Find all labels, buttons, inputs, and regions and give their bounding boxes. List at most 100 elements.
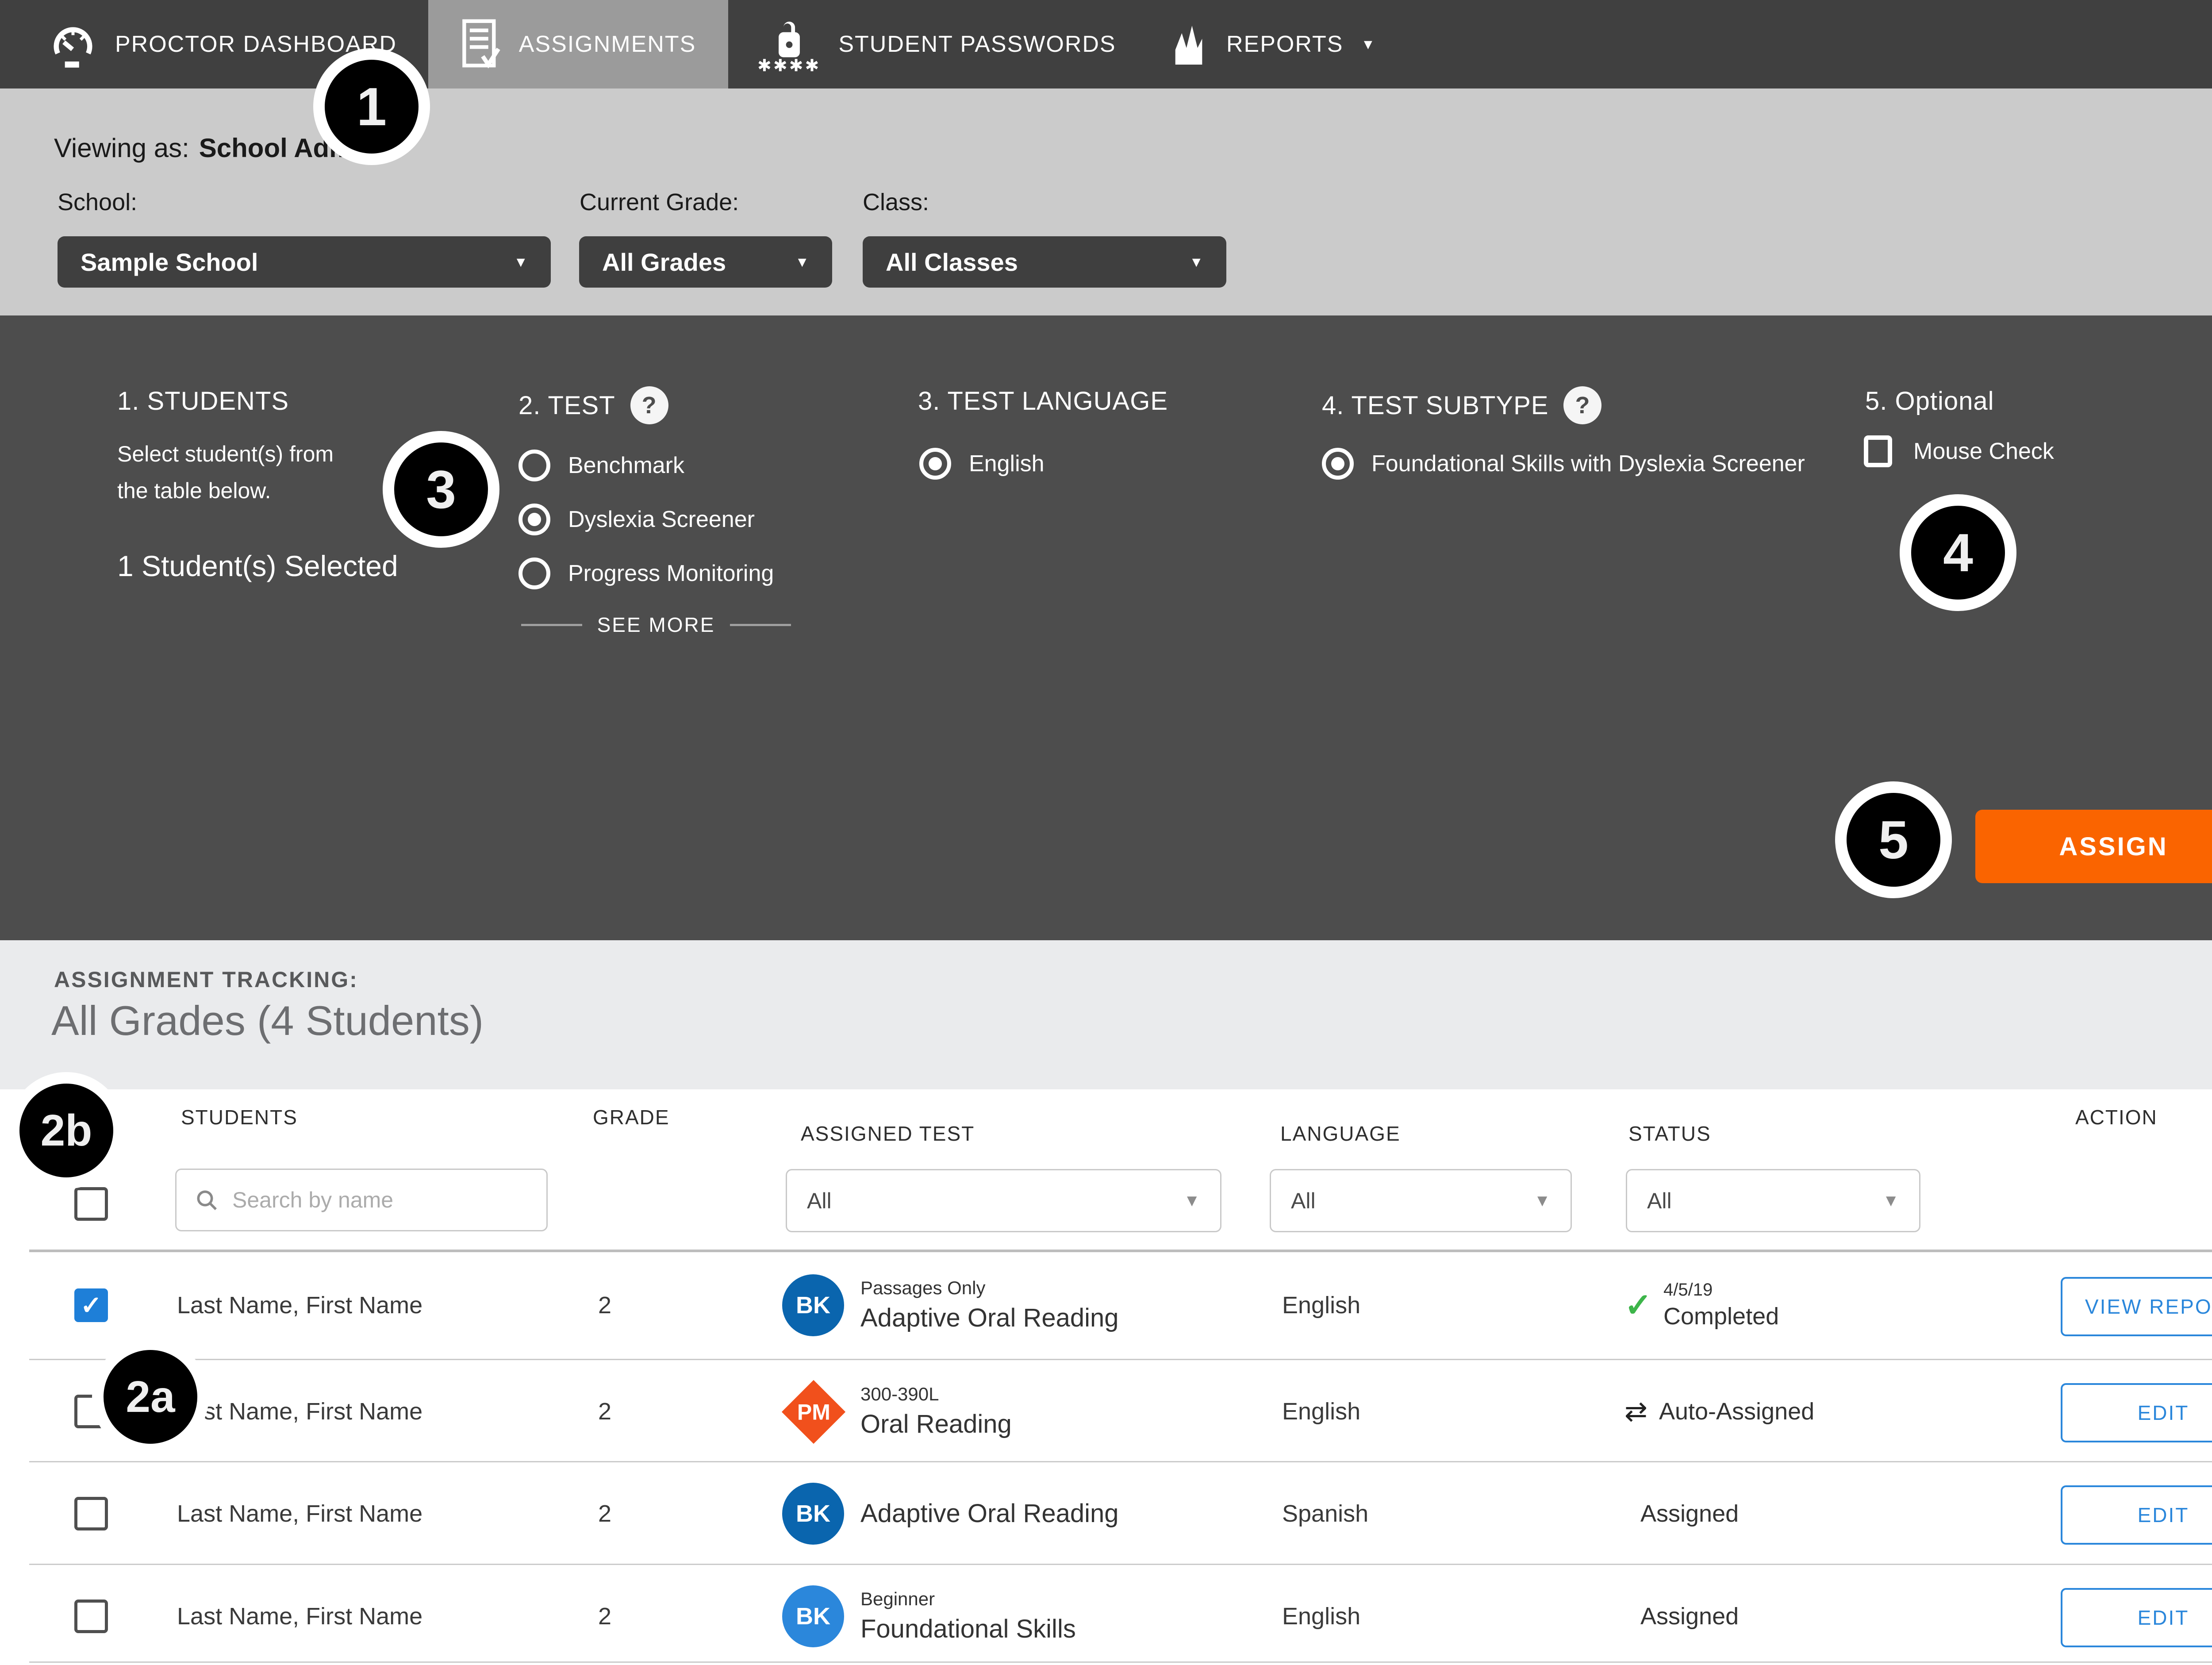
class-select[interactable]: All Classes ▼ [863,236,1226,288]
row-checkbox-checked[interactable]: ✓ [74,1288,108,1322]
reports-chart-icon [1168,19,1209,70]
caret-down-icon: ▼ [1361,37,1376,51]
help-icon[interactable]: ? [630,386,668,424]
nav-assignments-tab-active[interactable]: ASSIGNMENTS [428,0,728,88]
auto-assign-loop-icon: ⇄ [1624,1395,1647,1427]
callout-5: 5 [1835,781,1952,898]
col-header-language: LANGUAGE [1280,1122,1401,1146]
caret-down-icon: ▼ [795,255,809,269]
status-filter[interactable]: All ▼ [1626,1169,1920,1232]
assigned-test-cell: Adaptive Oral Reading [860,1462,1119,1565]
edit-button[interactable]: EDIT [2061,1485,2212,1545]
step-test-title: 2. TEST ? [518,386,668,424]
green-check-icon: ✓ [1624,1286,1652,1324]
benchmark-badge: BK [782,1585,844,1647]
row-checkbox[interactable] [74,1497,108,1530]
language-filter-value: All [1291,1188,1316,1214]
school-select[interactable]: Sample School ▼ [58,236,551,288]
radio-selected-icon [919,448,951,480]
divider [730,624,791,626]
table-row: ✓ Last Name, First Name 2 BK Passages On… [0,1254,2212,1356]
radio-dyslexia-screener[interactable]: Dyslexia Screener [518,501,755,538]
edit-button[interactable]: EDIT [2061,1383,2212,1442]
callout-4: 4 [1900,494,2016,611]
lock-icon: ✱✱✱✱ [757,18,821,71]
status-cell: ✓ 4/5/19 Completed [1624,1254,1779,1356]
student-grade: 2 [598,1254,611,1356]
status-cell: Assigned [1640,1462,1739,1565]
edit-button[interactable]: EDIT [2061,1588,2212,1647]
caret-down-icon: ▼ [514,255,528,269]
student-grade: 2 [598,1462,611,1565]
callout-1: 1 [313,48,430,165]
select-all-checkbox[interactable] [74,1187,108,1221]
assign-button[interactable]: ASSIGN [1975,810,2212,883]
table-row: Last Name, First Name 2 BK Beginner Foun… [0,1565,2212,1665]
status-text: Auto-Assigned [1659,1398,1814,1425]
see-more-link[interactable]: SEE MORE [521,613,791,637]
assigned-test-filter[interactable]: All ▼ [786,1169,1221,1232]
radio-english[interactable]: English [919,445,1045,482]
caret-down-icon: ▼ [1534,1192,1551,1209]
language-filter[interactable]: All ▼ [1270,1169,1572,1232]
radio-benchmark[interactable]: Benchmark [518,447,684,484]
students-hint: Select student(s) from the table below. [117,436,334,509]
assigned-test-filter-value: All [807,1188,832,1214]
step-language-title: 3. TEST LANGUAGE [918,386,1168,416]
nav-assignments-label: ASSIGNMENTS [519,31,696,58]
mouse-check-checkbox[interactable]: Mouse Check [1864,435,2054,467]
status-cell: ⇄ Auto-Assigned [1624,1360,1814,1462]
assigned-test-cell: Beginner Foundational Skills [860,1565,1076,1665]
search-box [175,1169,548,1231]
language-cell: Spanish [1282,1462,1368,1565]
row-checkbox[interactable] [74,1600,108,1633]
radio-selected-icon [1322,448,1354,480]
radio-circle-icon [518,450,550,481]
student-name: Last Name, First Name [177,1254,422,1356]
caret-down-icon: ▼ [1189,255,1203,269]
class-label: Class: [863,188,929,216]
search-icon [194,1188,219,1212]
viewing-as-label: Viewing as: [54,133,189,163]
divider [29,1250,2212,1252]
assignment-tracking-band: ASSIGNMENT TRACKING: All Grades (4 Stude… [0,940,2212,1089]
progress-monitoring-badge: PM [782,1380,845,1444]
status-text: Completed [1663,1303,1779,1330]
class-select-value: All Classes [886,248,1018,277]
grade-select[interactable]: All Grades ▼ [579,236,832,288]
language-cell: English [1282,1360,1360,1462]
grade-label: Current Grade: [580,188,739,216]
radio-foundational-skills[interactable]: Foundational Skills with Dyslexia Screen… [1322,445,1805,482]
school-label: School: [58,188,137,216]
callout-2a: 2a [92,1338,209,1455]
radio-progress-monitoring[interactable]: Progress Monitoring [518,555,774,592]
tracking-label: ASSIGNMENT TRACKING: [54,967,358,992]
divider [29,1661,2212,1663]
step-subtype-title: 4. TEST SUBTYPE ? [1322,386,1601,424]
table-row: Last Name, First Name 2 PM 300-390L Oral… [0,1360,2212,1462]
nav-reports-label: REPORTS [1226,31,1343,58]
student-grade: 2 [598,1565,611,1665]
divider [521,624,582,626]
benchmark-badge: BK [782,1274,844,1336]
assignments-page: PROCTOR DASHBOARD ASSIGNMENTS ✱✱✱✱ [0,0,2212,1665]
col-header-assigned-test: ASSIGNED TEST [801,1122,975,1146]
students-selected-count: 1 Student(s) Selected [117,549,398,583]
status-cell: Assigned [1640,1565,1739,1665]
check-icon: ✓ [81,1290,102,1320]
student-name: Last Name, First Name [177,1565,422,1665]
nav-reports[interactable]: REPORTS ▼ [1168,0,1376,88]
step-students-title: 1. STUDENTS [117,386,289,416]
col-header-status: STATUS [1628,1122,1711,1146]
student-name: Last Name, First Name [177,1360,422,1462]
view-report-button[interactable]: VIEW REPORT [2061,1277,2212,1336]
col-header-action: ACTION [2075,1105,2158,1129]
help-icon[interactable]: ? [1563,386,1601,424]
status-filter-value: All [1647,1188,1672,1214]
checkbox-empty-icon [1864,435,1892,467]
school-select-value: Sample School [81,248,258,277]
caret-down-icon: ▼ [1183,1192,1200,1209]
step-optional-title: 5. Optional [1865,386,1994,416]
nav-student-passwords[interactable]: ✱✱✱✱ STUDENT PASSWORDS [757,0,1116,88]
search-input[interactable] [231,1187,516,1213]
